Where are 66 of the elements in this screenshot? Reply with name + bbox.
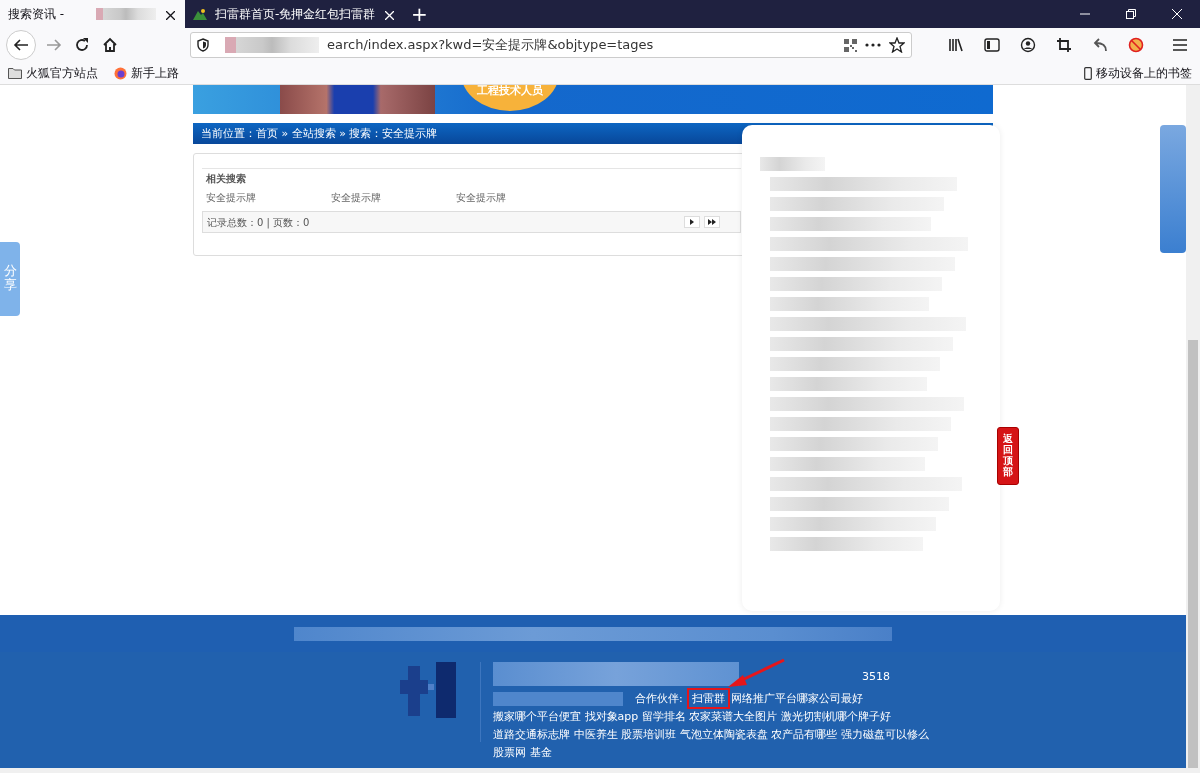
library-icon [948,37,964,53]
banner-caption: 工程技术人员 [461,85,559,111]
partner-link[interactable]: 扫雷群 [688,690,728,707]
partner-link[interactable]: 股票培训班 [621,728,676,741]
partner-link[interactable]: 网络推广平台哪家公司最好 [731,692,864,705]
sidebar-icon [984,37,1000,53]
partner-link[interactable]: 激光切割机哪个牌子好 [780,710,891,723]
more-icon[interactable] [865,43,881,47]
partner-link[interactable]: 基金 [529,746,552,759]
browser-tab[interactable]: 搜索资讯 - [0,0,185,28]
tab-title: 扫雷群首页-免押金红包扫雷群 [215,6,376,23]
partner-link[interactable]: 强力磁盘可以修么 [840,728,929,741]
crop-icon [1056,37,1072,53]
blocked-icon [1128,37,1144,53]
firefox-logo-icon [114,66,127,80]
horizontal-scrollbar[interactable] [0,768,1200,773]
back-arrow-icon [13,37,29,53]
blurred-text [96,8,156,20]
mountain-icon [193,8,207,20]
reload-icon [74,37,90,53]
undo-arrow-icon [1092,37,1108,53]
folder-icon [8,67,22,79]
star-icon[interactable] [889,37,905,53]
partner-link[interactable]: 农产品有哪些 [771,728,837,741]
scrollbar[interactable] [1186,85,1200,768]
shield-icon [197,38,209,52]
address-bar[interactable]: earch/index.aspx?kwd=安全提示牌&objtype=tages [190,32,912,58]
partner-link[interactable]: 股票网 [493,746,526,759]
bookmark-link[interactable]: 新手上路 [114,64,179,82]
back-button[interactable] [6,30,36,60]
partners-label: 合作伙伴: [635,692,683,705]
next-page-button[interactable] [684,216,700,228]
play-icon [689,219,695,225]
record-count: 记录总数：0 | 页数：0 [207,215,311,230]
related-search-link[interactable]: 安全提示牌 [202,190,327,205]
partner-link[interactable]: 搬家哪个平台便宜 [493,710,581,723]
browser-tab[interactable]: 扫雷群首页-免押金红包扫雷群 [185,0,405,28]
related-search-link[interactable]: 安全提示牌 [327,190,452,205]
partner-link[interactable]: 中医养生 [573,728,618,741]
phone-icon [1084,66,1092,80]
partner-link[interactable]: 找对象app [584,710,639,723]
close-icon [1172,9,1182,19]
account-icon [1020,37,1036,53]
bookmark-link[interactable]: 移动设备上的书签 [1084,64,1192,82]
scrollbar-thumb[interactable] [1188,340,1198,768]
back-to-top-button[interactable]: 返回顶部 [997,427,1019,485]
new-tab-button[interactable]: + [404,3,435,25]
related-search-link[interactable]: 安全提示牌 [452,190,577,205]
qr-code-icon[interactable] [844,38,857,52]
close-icon [385,10,395,20]
tab-title: 搜索资讯 - [8,6,66,23]
partner-link[interactable]: 道路交通标志牌 [493,728,570,741]
close-icon [166,10,175,20]
forward-arrow-icon [46,37,62,53]
home-icon [102,37,118,53]
restore-icon [1126,9,1136,19]
menu-icon [1172,38,1188,52]
partner-link[interactable]: 气泡立体陶瓷表盘 [679,728,768,741]
last-page-button[interactable] [704,216,720,228]
bookmark-link[interactable]: 火狐官方站点 [8,64,98,82]
section-title: 相关搜索 [202,168,741,186]
partner-link[interactable]: 农家菜谱大全图片 [689,710,778,723]
partner-link[interactable]: 留学排名 [641,710,686,723]
footer-text: 3518 [862,669,890,685]
fast-forward-icon [708,219,716,225]
url-text: earch/index.aspx?kwd=安全提示牌&objtype=tages [327,36,655,55]
